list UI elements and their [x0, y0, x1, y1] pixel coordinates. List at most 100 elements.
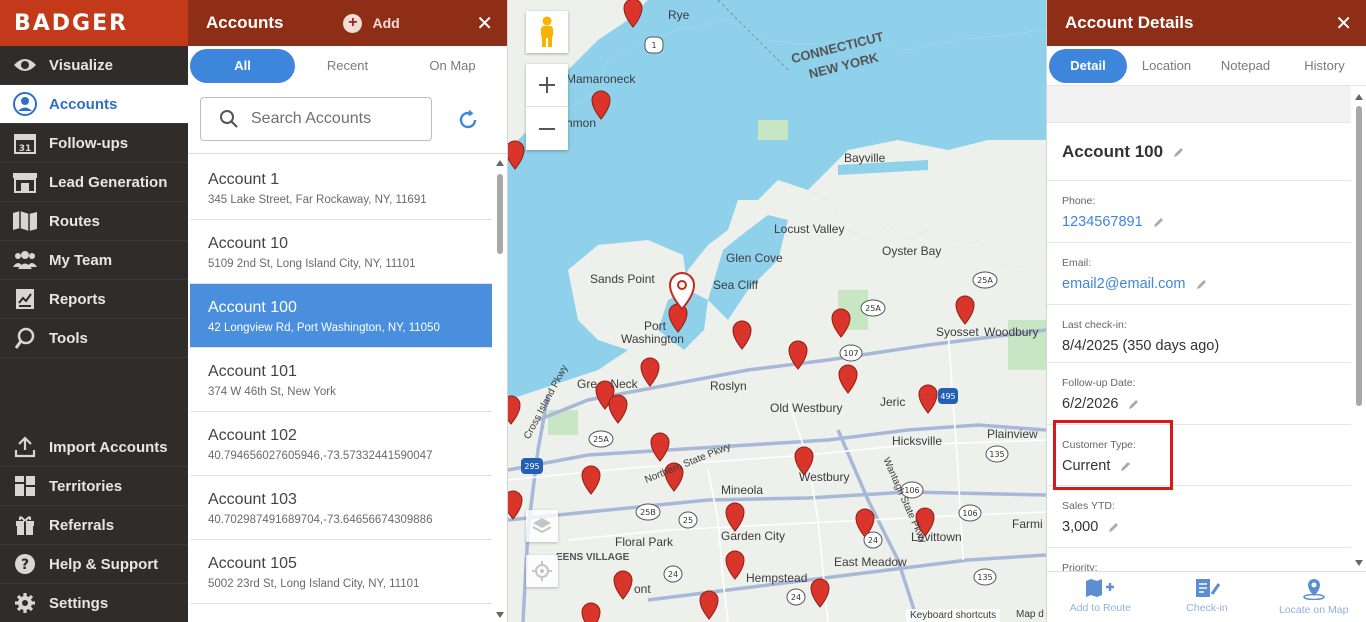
search-row: [188, 86, 507, 154]
field-label: Follow-up Date:: [1062, 377, 1136, 389]
edit-pencil-icon[interactable]: [1173, 146, 1185, 158]
map-label-farmingdale: Farmi: [1012, 517, 1043, 531]
search-box[interactable]: [200, 97, 432, 141]
account-details-panel: Account Details ✕ Detail Location Notepa…: [1046, 0, 1366, 622]
map-label-glen-cove: Glen Cove: [726, 251, 783, 265]
tab-history[interactable]: History: [1285, 49, 1364, 83]
badger-logo[interactable]: BADGER: [0, 0, 188, 46]
shield-25a: 25A: [977, 276, 993, 285]
list-item[interactable]: Account 105 5002 23rd St, Long Island Ci…: [190, 540, 492, 604]
shield-24: 24: [791, 593, 801, 602]
close-details-icon[interactable]: ✕: [1335, 11, 1352, 36]
nav-item-import-accounts[interactable]: Import Accounts: [0, 428, 188, 467]
search-accounts-input[interactable]: [251, 110, 421, 128]
sales-text: 3,000: [1062, 519, 1099, 535]
nav-label: Settings: [49, 594, 109, 612]
tab-detail[interactable]: Detail: [1049, 48, 1127, 83]
tab-recent[interactable]: Recent: [295, 49, 400, 83]
svg-text:31: 31: [19, 144, 32, 154]
field-label: Email:: [1062, 257, 1092, 269]
account-name: Account 101: [208, 363, 297, 380]
details-scrollbar[interactable]: [1351, 86, 1366, 570]
account-address: 40.702987491689704,-73.64656674309886: [208, 514, 433, 526]
shield-295: 295: [524, 462, 539, 471]
map-label-east-meadow: East Meadow: [834, 555, 907, 569]
phone-text: 1234567891: [1062, 214, 1143, 230]
map-label-oyster-bay: Oyster Bay: [882, 244, 942, 258]
tab-notepad[interactable]: Notepad: [1206, 49, 1285, 83]
tab-all[interactable]: All: [190, 49, 295, 83]
account-name: Account 100: [208, 299, 297, 316]
account-address: 40.794656027605946,-73.57332441590047: [208, 450, 433, 462]
nav-label: Follow-ups: [49, 134, 129, 152]
details-footer-actions: Add to Route Check-in Locate on Map: [1047, 571, 1366, 622]
shield-135: 135: [977, 573, 992, 582]
edit-pencil-icon[interactable]: [1153, 216, 1165, 228]
close-accounts-icon[interactable]: ✕: [476, 11, 493, 36]
list-item[interactable]: Account 101 374 W 46th St, New York: [190, 348, 492, 412]
accounts-list: Account 1 345 Lake Street, Far Rockaway,…: [188, 156, 492, 622]
upload-icon: [12, 436, 38, 458]
locate-on-map-button[interactable]: Locate on Map: [1260, 572, 1366, 622]
list-item[interactable]: Account 10 5109 2nd St, Long Island City…: [190, 220, 492, 284]
map-label-hempstead: Hempstead: [746, 571, 808, 585]
list-item-selected[interactable]: Account 100 42 Longview Rd, Port Washing…: [190, 284, 492, 348]
follow-up-date-value[interactable]: 6/2/2026: [1062, 396, 1140, 412]
map-label-floral-park: Floral Park: [615, 535, 674, 549]
accounts-tabs: All Recent On Map: [188, 46, 507, 86]
shield-25: 25: [683, 516, 693, 525]
map-label-elmont: ont: [634, 582, 651, 596]
footer-label: Check-in: [1186, 602, 1228, 614]
nav-item-tools[interactable]: Tools: [0, 319, 188, 358]
account-address: 374 W 46th St, New York: [208, 386, 336, 398]
nav-item-lead-generation[interactable]: Lead Generation: [0, 163, 188, 202]
nav-label: Routes: [49, 212, 100, 230]
nav-item-reports[interactable]: Reports: [0, 280, 188, 319]
nav-label: Accounts: [49, 95, 118, 113]
list-item[interactable]: Account 1 345 Lake Street, Far Rockaway,…: [190, 156, 492, 220]
nav-item-accounts[interactable]: Accounts: [0, 85, 188, 124]
nav-item-territories[interactable]: Territories: [0, 467, 188, 506]
list-item[interactable]: Account 103 40.702987491689704,-73.64656…: [190, 476, 492, 540]
team-icon: [12, 249, 38, 271]
email-value[interactable]: email2@email.com: [1062, 276, 1208, 292]
my-location-button[interactable]: [526, 555, 558, 587]
calendar-icon: 31: [12, 132, 38, 154]
account-address: 5109 2nd St, Long Island City, NY, 11101: [208, 258, 416, 270]
phone-value[interactable]: 1234567891: [1062, 214, 1165, 230]
accounts-header: Accounts + Add ✕: [188, 0, 507, 46]
map-layers-button[interactable]: [526, 510, 558, 542]
map-view[interactable]: 1 25A 107 25A 25A 495 295 135 106 25B 25…: [508, 0, 1046, 622]
map-keyboard-shortcuts[interactable]: Keyboard shortcuts: [906, 609, 1001, 622]
sales-ytd-value[interactable]: 3,000: [1062, 519, 1120, 535]
map-label-hicksville: Hicksville: [892, 434, 943, 448]
accounts-scrollbar[interactable]: [494, 156, 506, 622]
edit-pencil-icon[interactable]: [1128, 398, 1140, 410]
refresh-icon[interactable]: [456, 108, 480, 132]
edit-pencil-icon[interactable]: [1108, 521, 1120, 533]
check-in-button[interactable]: Check-in: [1154, 572, 1261, 622]
zoom-out-button[interactable]: [526, 107, 568, 150]
nav-label: Territories: [49, 477, 123, 495]
nav-label: My Team: [49, 251, 113, 269]
zoom-controls: [526, 64, 568, 150]
nav-item-settings[interactable]: Settings: [0, 584, 188, 622]
field-label: Last check-in:: [1062, 319, 1127, 331]
edit-pencil-icon[interactable]: [1196, 278, 1208, 290]
add-account-button[interactable]: + Add: [343, 13, 400, 33]
zoom-in-button[interactable]: [526, 64, 568, 107]
street-view-pegman-button[interactable]: [526, 11, 568, 53]
nav-item-help-support[interactable]: ? Help & Support: [0, 545, 188, 584]
nav-item-referrals[interactable]: Referrals: [0, 506, 188, 545]
nav-item-visualize[interactable]: Visualize: [0, 46, 188, 85]
add-to-route-button[interactable]: Add to Route: [1047, 572, 1154, 622]
details-tabs: Detail Location Notepad History: [1047, 46, 1366, 86]
map-label-woodbury: Woodbury: [984, 325, 1039, 339]
tab-on-map[interactable]: On Map: [400, 49, 505, 83]
nav-item-my-team[interactable]: My Team: [0, 241, 188, 280]
list-item[interactable]: Account 102 40.794656027605946,-73.57332…: [190, 412, 492, 476]
nav-item-follow-ups[interactable]: 31 Follow-ups: [0, 124, 188, 163]
map-label-mamaroneck: Mamaroneck: [566, 72, 636, 86]
nav-item-routes[interactable]: Routes: [0, 202, 188, 241]
tab-location[interactable]: Location: [1127, 49, 1206, 83]
